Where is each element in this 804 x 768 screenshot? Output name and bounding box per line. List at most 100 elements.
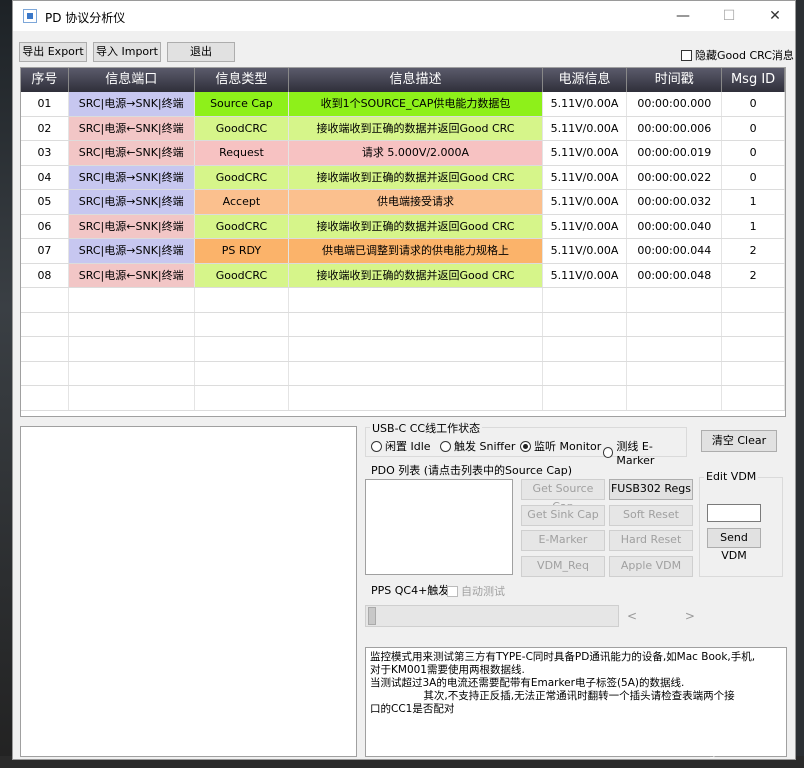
radio-label: 测线 E-Marker xyxy=(616,440,655,467)
table-cell-empty xyxy=(289,337,543,361)
slider-arrows[interactable]: < > xyxy=(627,609,717,623)
column-header[interactable]: 信息端口 xyxy=(69,68,195,92)
radio-monitor[interactable]: 监听 Monitor xyxy=(520,438,601,454)
table-cell-empty xyxy=(195,361,290,385)
radio-circle[interactable] xyxy=(440,440,451,452)
table-cell-no: 05 xyxy=(21,190,69,214)
vdm-label: Edit VDM xyxy=(704,470,759,483)
table-row[interactable]: 01 SRC|电源→SNK|终端 Source Cap 收到1个SOURCE_CAP供… xyxy=(21,92,785,117)
slider-thumb[interactable] xyxy=(368,607,376,625)
column-header[interactable]: Msg ID xyxy=(722,68,785,92)
table-row[interactable]: 06 SRC|电源←SNK|终端 GoodCRC 接收端收到正确的数据并返回Good … xyxy=(21,214,785,239)
table-cell-desc: 接收端收到正确的数据并返回Good CRC xyxy=(289,214,543,238)
e-marker-button[interactable]: E-Marker xyxy=(521,530,605,551)
vdm-input[interactable] xyxy=(707,504,761,522)
clear-button[interactable]: 清空 Clear xyxy=(701,430,777,452)
table-row[interactable]: 03 SRC|电源←SNK|终端 Request 请求 5.000V/2.000A 5.… xyxy=(21,141,785,166)
column-header[interactable]: 电源信息 xyxy=(543,68,628,92)
send-vdm-button[interactable]: Send VDM xyxy=(707,528,761,562)
radio-emarker[interactable]: 测线 E-Marker xyxy=(603,438,686,467)
apple-vdm-button[interactable]: Apple VDM xyxy=(609,556,693,577)
column-header[interactable]: 时间戳 xyxy=(627,68,723,92)
hide-goodcrc-checkbox[interactable]: 隐藏Good CRC消息 xyxy=(681,47,794,63)
fusb302-regs-button[interactable]: FUSB302 Regs xyxy=(609,479,693,500)
table-cell-empty xyxy=(627,386,723,410)
table-cell-desc: 收到1个SOURCE_CAP供电能力数据包 xyxy=(289,92,543,116)
table-cell-time: 00:00:00.006 xyxy=(627,116,723,140)
maximize-button[interactable]: ☐ xyxy=(707,5,751,27)
import-button[interactable]: 导入 Import xyxy=(93,42,161,62)
checkbox-box[interactable] xyxy=(447,585,458,597)
table-cell-empty xyxy=(21,312,69,336)
checkbox-box[interactable] xyxy=(681,49,692,61)
table-cell-power: 5.11V/0.00A xyxy=(543,141,628,165)
table-cell-empty xyxy=(627,361,723,385)
table-row[interactable]: 07 SRC|电源→SNK|终端 PS RDY 供电端已调整到请求的供电能力规格上 5.… xyxy=(21,239,785,264)
table-cell-time: 00:00:00.019 xyxy=(627,141,723,165)
radio-idle[interactable]: 闲置 Idle xyxy=(371,438,431,454)
table-cell-type: GoodCRC xyxy=(194,116,290,140)
cc-state-label: USB-C CC线工作状态 xyxy=(370,420,483,436)
radio-sniffer[interactable]: 触发 Sniffer xyxy=(440,438,515,454)
exit-button[interactable]: 退出 xyxy=(167,42,235,62)
table-cell-port: SRC|电源→SNK|终端 xyxy=(68,190,195,214)
app-icon xyxy=(23,9,37,23)
radio-circle[interactable] xyxy=(603,447,614,458)
radio-label: 触发 Sniffer xyxy=(454,440,516,453)
table-cell-empty xyxy=(289,288,543,312)
get-sink-cap-button[interactable]: Get Sink Cap xyxy=(521,505,605,526)
table-cell-no: 02 xyxy=(21,116,69,140)
table-row[interactable]: 02 SRC|电源←SNK|终端 GoodCRC 接收端收到正确的数据并返回Good … xyxy=(21,116,785,141)
radio-circle[interactable] xyxy=(371,440,382,452)
hard-reset-button[interactable]: Hard Reset xyxy=(609,530,693,551)
table-cell-empty xyxy=(722,361,785,385)
table-cell-power: 5.11V/0.00A xyxy=(543,165,628,189)
table-cell-empty xyxy=(195,386,290,410)
export-button[interactable]: 导出 Export xyxy=(19,42,87,62)
radio-circle-selected[interactable] xyxy=(520,440,531,452)
table-cell-msgid: 0 xyxy=(722,165,785,189)
table-cell-desc: 供电端已调整到请求的供电能力规格上 xyxy=(289,239,543,263)
table-cell-empty xyxy=(21,361,69,385)
table-cell-port: SRC|电源←SNK|终端 xyxy=(68,214,195,238)
column-header[interactable]: 序号 xyxy=(21,68,69,92)
table-row-empty xyxy=(21,288,785,313)
auto-test-checkbox[interactable]: 自动测试 xyxy=(447,583,505,599)
get-source-cap-button[interactable]: Get Source Cap xyxy=(521,479,605,513)
table-cell-power: 5.11V/0.00A xyxy=(543,239,628,263)
table-cell-time: 00:00:00.044 xyxy=(627,239,723,263)
pdo-list[interactable] xyxy=(365,479,513,575)
table-cell-no: 04 xyxy=(21,165,69,189)
table-cell-empty xyxy=(543,386,628,410)
table-row[interactable]: 05 SRC|电源→SNK|终端 Accept 供电端接受请求 5.11V/0.00A 0… xyxy=(21,190,785,215)
table-row[interactable]: 04 SRC|电源→SNK|终端 GoodCRC 接收端收到正确的数据并返回Good … xyxy=(21,165,785,190)
table-cell-empty xyxy=(627,288,723,312)
radio-label: 闲置 Idle xyxy=(385,440,431,453)
table-cell-port: SRC|电源←SNK|终端 xyxy=(68,116,195,140)
hide-goodcrc-label: 隐藏Good CRC消息 xyxy=(695,49,794,62)
title-bar[interactable]: PD 协议分析仪 — ☐ ✕ xyxy=(13,1,795,31)
table-cell-type: Source Cap xyxy=(194,92,290,116)
column-header[interactable]: 信息类型 xyxy=(195,68,290,92)
table-row[interactable]: 08 SRC|电源←SNK|终端 GoodCRC 接收端收到正确的数据并返回Good … xyxy=(21,263,785,288)
pps-slider[interactable] xyxy=(365,605,619,627)
minimize-button[interactable]: — xyxy=(661,5,705,27)
table-cell-port: SRC|电源←SNK|终端 xyxy=(68,141,195,165)
table-cell-type: GoodCRC xyxy=(194,214,290,238)
table-row-empty xyxy=(21,337,785,362)
waveform-panel xyxy=(20,426,357,757)
table-cell-empty xyxy=(195,312,290,336)
table-cell-empty xyxy=(21,337,69,361)
table-cell-type: Request xyxy=(194,141,290,165)
table-cell-port: SRC|电源→SNK|终端 xyxy=(68,92,195,116)
app-window: PD 协议分析仪 — ☐ ✕ 导出 Export 导入 Import 退出 隐藏… xyxy=(12,0,796,760)
soft-reset-button[interactable]: Soft Reset xyxy=(609,505,693,526)
table-cell-desc: 供电端接受请求 xyxy=(289,190,543,214)
watermark-logo: 充电头 www.chongdiantou.com xyxy=(640,704,800,764)
vdm-req-button[interactable]: VDM_Req xyxy=(521,556,605,577)
table-cell-empty xyxy=(722,337,785,361)
table-row-empty xyxy=(21,361,785,386)
column-header[interactable]: 信息描述 xyxy=(289,68,543,92)
table-cell-empty xyxy=(722,288,785,312)
close-button[interactable]: ✕ xyxy=(753,5,797,27)
